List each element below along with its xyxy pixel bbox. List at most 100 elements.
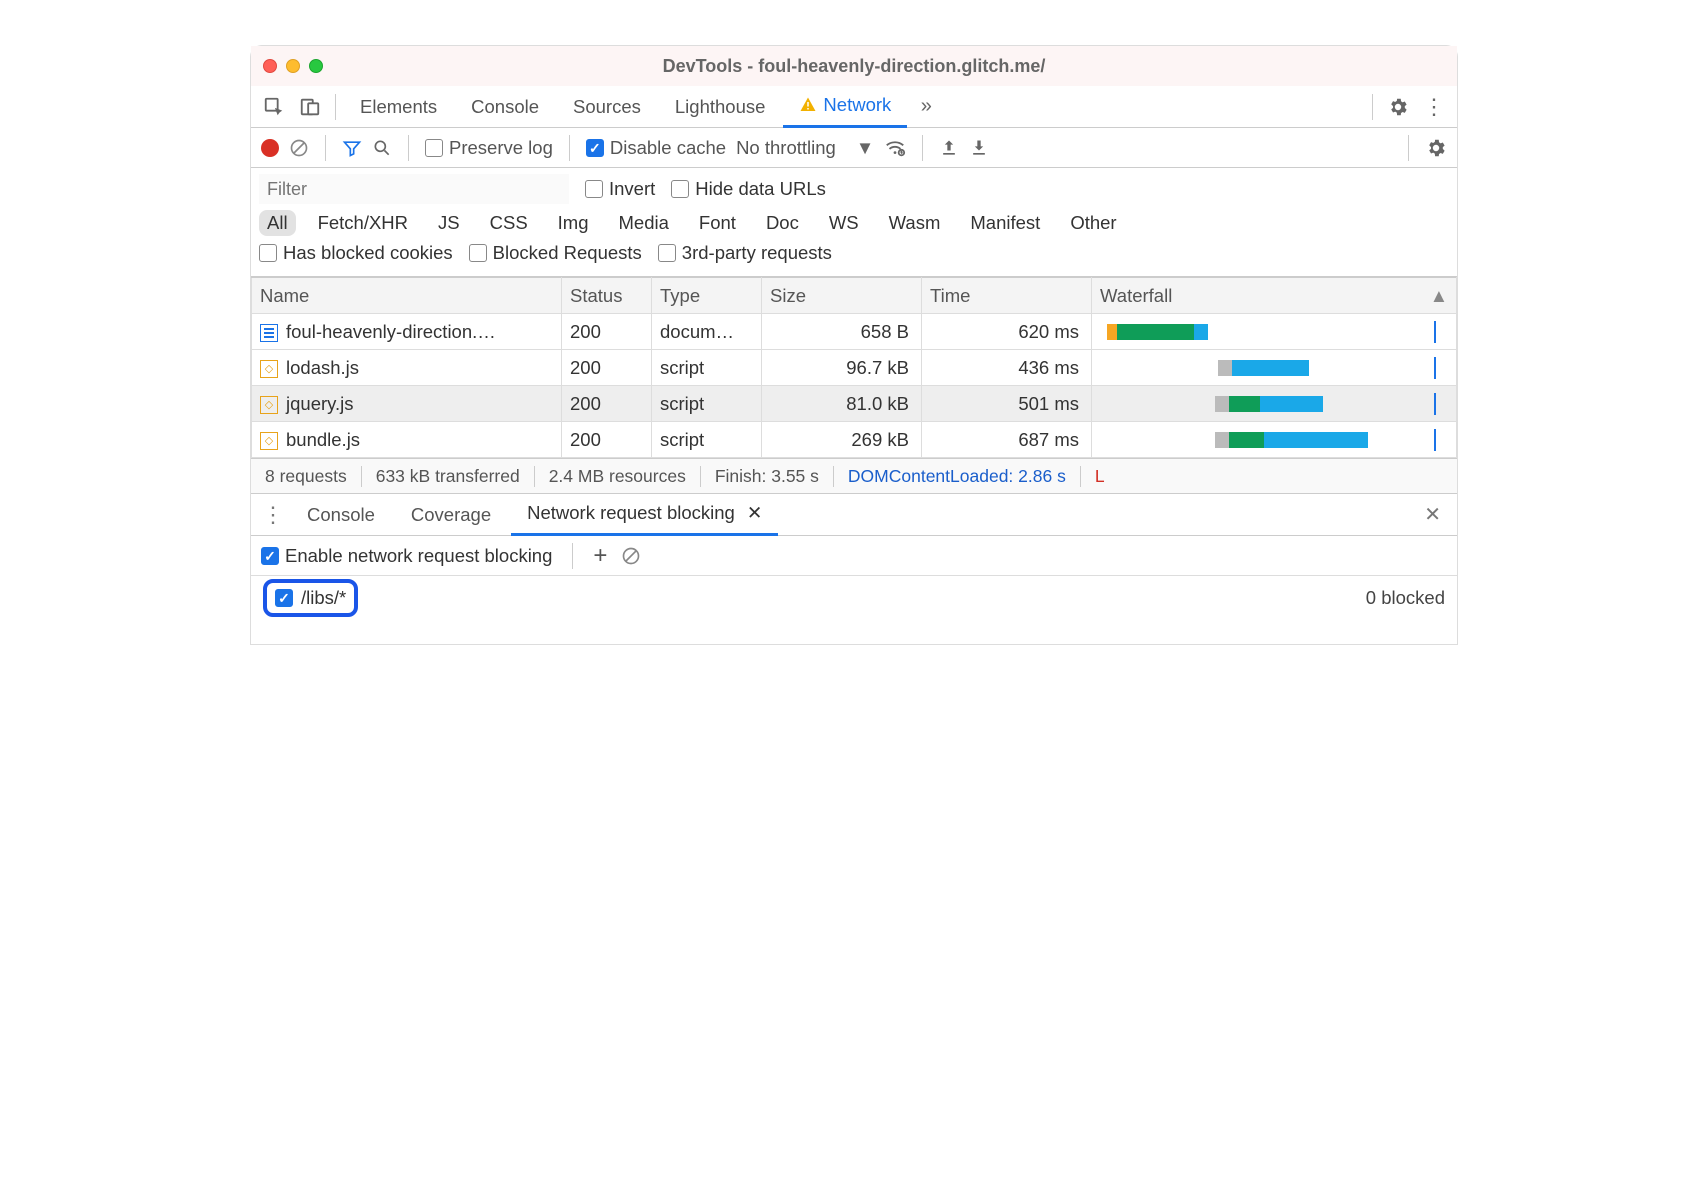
blocked-count: 0 blocked: [1366, 587, 1445, 609]
type-pill-media[interactable]: Media: [611, 210, 677, 236]
preserve-log-checkbox[interactable]: Preserve log: [425, 137, 553, 159]
col-waterfall[interactable]: Waterfall▲: [1092, 278, 1457, 314]
tab-lighthouse[interactable]: Lighthouse: [659, 86, 782, 128]
clear-icon[interactable]: [289, 138, 309, 158]
filter-icon[interactable]: [342, 138, 362, 158]
type-pill-manifest[interactable]: Manifest: [962, 210, 1048, 236]
summary-resources: 2.4 MB resources: [535, 466, 701, 487]
summary-transferred: 633 kB transferred: [362, 466, 535, 487]
col-time[interactable]: Time: [922, 278, 1092, 314]
more-tabs-icon[interactable]: »: [909, 90, 943, 124]
type-pill-ws[interactable]: WS: [821, 210, 867, 236]
cell-time: 436 ms: [922, 350, 1092, 386]
pattern-label: /libs/*: [301, 587, 346, 609]
throttling-select[interactable]: No throttling ▼: [736, 137, 874, 159]
type-pill-font[interactable]: Font: [691, 210, 744, 236]
summary-requests: 8 requests: [251, 466, 362, 487]
third-party-checkbox[interactable]: 3rd-party requests: [658, 242, 832, 264]
type-pill-js[interactable]: JS: [430, 210, 468, 236]
request-name: bundle.js: [286, 429, 360, 450]
table-header: Name Status Type Size Time Waterfall▲: [252, 278, 1457, 314]
cell-type: script: [652, 350, 762, 386]
drawer-tab-network-request-blocking[interactable]: Network request blocking ✕: [511, 494, 778, 536]
cell-waterfall: [1092, 386, 1457, 422]
add-pattern-icon[interactable]: +: [593, 542, 607, 570]
cell-size: 269 kB: [762, 422, 922, 458]
blocking-toolbar: Enable network request blocking +: [251, 536, 1457, 576]
request-name: jquery.js: [286, 393, 354, 414]
inspect-element-icon[interactable]: [257, 90, 291, 124]
col-name[interactable]: Name: [252, 278, 562, 314]
settings-icon[interactable]: [1381, 90, 1415, 124]
drawer-close-icon[interactable]: ✕: [1424, 502, 1449, 527]
tab-network[interactable]: Network: [783, 86, 907, 128]
record-button[interactable]: [261, 139, 279, 157]
script-file-icon: [260, 432, 278, 450]
network-summary: 8 requests 633 kB transferred 2.4 MB res…: [251, 458, 1457, 494]
pattern-checkbox[interactable]: [275, 589, 293, 607]
cell-time: 687 ms: [922, 422, 1092, 458]
table-row[interactable]: foul-heavenly-direction.… 200docum…658 B6…: [252, 314, 1457, 350]
blocked-requests-checkbox[interactable]: Blocked Requests: [469, 242, 642, 264]
sort-asc-icon: ▲: [1430, 285, 1448, 307]
cell-time: 620 ms: [922, 314, 1092, 350]
cell-type: docum…: [652, 314, 762, 350]
cell-waterfall: [1092, 350, 1457, 386]
window-title: DevTools - foul-heavenly-direction.glitc…: [251, 56, 1457, 77]
table-row[interactable]: bundle.js200script269 kB687 ms: [252, 422, 1457, 458]
invert-checkbox[interactable]: Invert: [585, 178, 655, 200]
has-blocked-cookies-checkbox[interactable]: Has blocked cookies: [259, 242, 453, 264]
summary-finish: Finish: 3.55 s: [701, 466, 834, 487]
hide-data-urls-checkbox[interactable]: Hide data URLs: [671, 178, 826, 200]
cell-waterfall: [1092, 314, 1457, 350]
pattern-highlight: /libs/*: [263, 579, 358, 617]
network-toolbar: Preserve log Disable cache No throttling…: [251, 128, 1457, 168]
type-pill-img[interactable]: Img: [550, 210, 597, 236]
tab-elements[interactable]: Elements: [344, 86, 453, 128]
filter-input[interactable]: [259, 174, 569, 204]
table-row[interactable]: lodash.js200script96.7 kB436 ms: [252, 350, 1457, 386]
tab-console[interactable]: Console: [455, 86, 555, 128]
summary-load: L: [1081, 466, 1119, 487]
network-conditions-icon[interactable]: [884, 137, 906, 159]
document-file-icon: [260, 324, 278, 342]
request-name: lodash.js: [286, 357, 359, 378]
type-pill-fetchxhr[interactable]: Fetch/XHR: [310, 210, 416, 236]
col-status[interactable]: Status: [562, 278, 652, 314]
filter-panel: Invert Hide data URLs All Fetch/XHR JS C…: [251, 168, 1457, 277]
search-icon[interactable]: [372, 138, 392, 158]
col-type[interactable]: Type: [652, 278, 762, 314]
drawer-tab-console[interactable]: Console: [291, 494, 391, 536]
clear-patterns-icon[interactable]: [621, 546, 641, 566]
enable-blocking-checkbox[interactable]: Enable network request blocking: [261, 545, 552, 567]
type-pill-other[interactable]: Other: [1062, 210, 1124, 236]
window-titlebar: DevTools - foul-heavenly-direction.glitc…: [251, 46, 1457, 86]
type-pill-doc[interactable]: Doc: [758, 210, 807, 236]
disable-cache-checkbox[interactable]: Disable cache: [586, 137, 726, 159]
type-pill-css[interactable]: CSS: [482, 210, 536, 236]
col-size[interactable]: Size: [762, 278, 922, 314]
kebab-menu-icon[interactable]: ⋮: [1417, 90, 1451, 124]
type-pill-wasm[interactable]: Wasm: [881, 210, 949, 236]
cell-type: script: [652, 422, 762, 458]
cell-status: 200: [562, 314, 652, 350]
close-tab-icon[interactable]: ✕: [747, 502, 763, 524]
drawer-menu-icon[interactable]: ⋮: [259, 502, 287, 528]
download-har-icon[interactable]: [969, 138, 989, 158]
device-toolbar-icon[interactable]: [293, 90, 327, 124]
cell-time: 501 ms: [922, 386, 1092, 422]
cell-status: 200: [562, 386, 652, 422]
chevron-down-icon: ▼: [856, 137, 874, 159]
type-pill-all[interactable]: All: [259, 210, 296, 236]
cell-size: 96.7 kB: [762, 350, 922, 386]
network-settings-icon[interactable]: [1425, 137, 1447, 159]
tab-sources[interactable]: Sources: [557, 86, 657, 128]
script-file-icon: [260, 360, 278, 378]
table-row[interactable]: jquery.js200script81.0 kB501 ms: [252, 386, 1457, 422]
request-name: foul-heavenly-direction.…: [286, 321, 496, 342]
cell-size: 658 B: [762, 314, 922, 350]
drawer-tab-strip: ⋮ Console Coverage Network request block…: [251, 494, 1457, 536]
upload-har-icon[interactable]: [939, 138, 959, 158]
drawer-tab-coverage[interactable]: Coverage: [395, 494, 507, 536]
summary-dcl: DOMContentLoaded: 2.86 s: [834, 466, 1081, 487]
